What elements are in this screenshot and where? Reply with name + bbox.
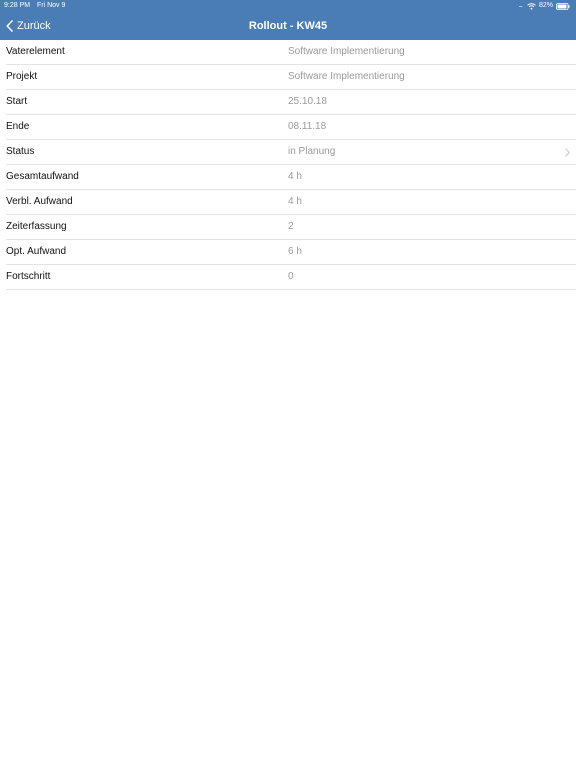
row-value: Software Implementierung bbox=[288, 46, 405, 57]
row-projekt: Projekt Software Implementierung bbox=[6, 65, 576, 90]
row-label: Ende bbox=[6, 121, 30, 132]
row-zeiterfassung: Zeiterfassung 2 bbox=[6, 215, 576, 240]
row-status[interactable]: Status in Planung bbox=[6, 140, 576, 165]
row-label: Start bbox=[6, 96, 28, 107]
row-value: 0 bbox=[288, 271, 294, 282]
row-start: Start 25.10.18 bbox=[6, 90, 576, 115]
row-label: Zeiterfassung bbox=[6, 221, 67, 232]
top-bar: 9:28 PM Fri Nov 9 ..... 82% Zurück Rollo… bbox=[0, 0, 576, 40]
row-label: Fortschritt bbox=[6, 271, 51, 282]
row-vaterelement: Vaterelement Software Implementierung bbox=[6, 40, 576, 65]
wifi-icon bbox=[527, 2, 536, 10]
row-label: Status bbox=[6, 146, 35, 157]
status-right: ..... 82% bbox=[519, 0, 570, 12]
row-fortschritt: Fortschritt 0 bbox=[6, 265, 576, 290]
row-label: Vaterelement bbox=[6, 46, 65, 57]
row-label: Projekt bbox=[6, 71, 38, 82]
status-bar: 9:28 PM Fri Nov 9 ..... 82% bbox=[0, 0, 576, 12]
row-opt-aufwand: Opt. Aufwand 6 h bbox=[6, 240, 576, 265]
page-title: Rollout - KW45 bbox=[248, 20, 328, 32]
row-ende: Ende 08.11.18 bbox=[6, 115, 576, 140]
navigation-bar: Zurück Rollout - KW45 bbox=[0, 12, 576, 40]
row-label: Opt. Aufwand bbox=[6, 246, 67, 257]
row-value: 6 h bbox=[288, 246, 302, 257]
row-value: 08.11.18 bbox=[288, 121, 327, 132]
row-gesamtaufwand: Gesamtaufwand 4 h bbox=[6, 165, 576, 190]
chevron-right-icon bbox=[565, 140, 570, 164]
row-value: 2 bbox=[288, 221, 294, 232]
status-time: 9:28 PM bbox=[4, 2, 31, 9]
status-date: Fri Nov 9 bbox=[37, 2, 66, 9]
row-value: in Planung bbox=[288, 146, 336, 157]
row-value: 4 h bbox=[288, 196, 302, 207]
signal-icon: ..... bbox=[518, 3, 523, 9]
row-label: Verbl. Aufwand bbox=[6, 196, 73, 207]
row-value: 4 h bbox=[288, 171, 302, 182]
row-verbl-aufwand: Verbl. Aufwand 4 h bbox=[6, 190, 576, 215]
row-value: Software Implementierung bbox=[288, 71, 405, 82]
row-value: 25.10.18 bbox=[288, 96, 327, 107]
battery-percent: 82% bbox=[538, 2, 553, 9]
row-label: Gesamtaufwand bbox=[6, 171, 79, 182]
detail-list: Vaterelement Software Implementierung Pr… bbox=[0, 40, 576, 290]
battery-icon bbox=[556, 2, 570, 10]
